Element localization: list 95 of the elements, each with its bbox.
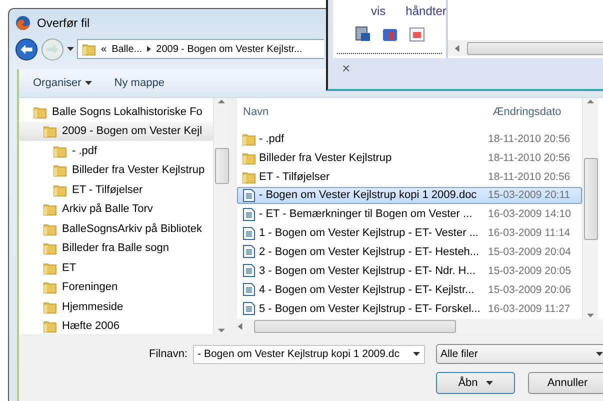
box-icon[interactable] <box>382 26 398 42</box>
caret-icon <box>85 81 92 85</box>
document-icon <box>242 206 256 222</box>
tree-item[interactable]: Billeder fra Balle sogn <box>19 238 213 258</box>
folder-icon <box>33 104 47 119</box>
column-header[interactable]: Navn <box>237 106 487 118</box>
column-header[interactable]: Ændringsdato <box>486 106 582 118</box>
date-text: 18-11-2010 20:56 <box>488 152 570 164</box>
caret-icon <box>486 381 493 385</box>
file-row[interactable]: 3 - Bogen om Vester Kejlstrup - ET- Ndr. H... 15-03-2009 20:05 <box>237 262 582 280</box>
tree-item[interactable]: - .pdf <box>19 141 213 160</box>
breadcrumb-item[interactable]: « <box>101 44 107 54</box>
file-row[interactable]: Billeder fra Vester Kejlstrup 18-11-2010 20:56 <box>237 150 582 166</box>
document-icon <box>242 282 256 298</box>
document-icon <box>242 244 256 260</box>
scrollbar-thumb[interactable] <box>214 148 228 184</box>
breadcrumb-item[interactable]: Balle... <box>112 44 142 54</box>
folder-icon <box>242 151 256 165</box>
file-row[interactable]: ET - Tilføjelser 18-11-2010 20:56 <box>237 168 582 185</box>
folder-icon <box>43 222 57 236</box>
folder-icon <box>43 124 57 138</box>
back-button[interactable] <box>15 38 38 60</box>
date-text: 16-03-2009 14:10 <box>488 208 571 220</box>
scrollbar[interactable] <box>448 40 603 56</box>
tree-item[interactable]: Foreningen <box>19 278 213 297</box>
file-row[interactable]: 4 - Bogen om Vester Kejlstrup - ET- Kejlstr... 15-03-2009 20:06 <box>237 281 582 298</box>
folder-icon <box>82 42 96 56</box>
tree-item[interactable]: Billeder fra Vester Kejlstrup <box>19 160 213 180</box>
left-arrow-icon[interactable] <box>237 323 244 330</box>
close-button[interactable]: × <box>342 60 358 76</box>
caret-icon <box>412 352 420 356</box>
filename-field[interactable]: - Bogen om Vester Kejlstrup kopi 1 2009.dc <box>192 344 425 364</box>
date-text: 15-03-2009 20:04 <box>488 246 571 258</box>
file-type-dropdown[interactable]: Alle filer <box>436 344 603 364</box>
file-row[interactable]: 5 - Bogen om Vester Kejlstrup - ET- Forskel... 16-03-2009 11:27 <box>237 300 582 318</box>
up-arrow-icon[interactable] <box>587 98 594 105</box>
folder-icon <box>43 241 57 256</box>
left-arrow-icon[interactable] <box>454 44 462 52</box>
cancel-button[interactable]: Annuller <box>528 372 603 394</box>
folder-icon <box>53 182 67 197</box>
calendar-icon[interactable] <box>409 26 425 42</box>
file-row[interactable]: 2 - Bogen om Vester Kejlstrup - ET- Hesteh... 15-03-2009 20:04 <box>237 243 582 260</box>
document-icon <box>242 301 256 316</box>
file-row[interactable]: 1 - Bogen om Vester Kejlstrup - ET- Vester ... 16-03-2009 11:14 <box>237 224 582 242</box>
date-text: 15-03-2009 20:11 <box>488 189 570 202</box>
folder-icon <box>43 319 57 334</box>
ribbon-tab[interactable]: vis <box>371 4 386 18</box>
date-text: 16-03-2009 11:27 <box>488 302 570 315</box>
date-text: 16-03-2009 11:14 <box>488 227 570 240</box>
date-text: 15-03-2009 20:06 <box>488 284 571 296</box>
save-icon[interactable] <box>355 26 371 42</box>
scrollbar-thumb[interactable] <box>254 320 456 333</box>
scrollbar[interactable] <box>582 98 598 319</box>
folder-icon <box>242 132 256 146</box>
breadcrumb-item[interactable]: 2009 - Bogen om Vester Kejlstr... <box>156 44 302 54</box>
browser-logo-icon <box>15 15 31 31</box>
tree-item[interactable]: BalleSognsArkiv på Bibliotek <box>19 219 213 238</box>
scrollbar[interactable] <box>237 319 603 334</box>
chevron-icon <box>147 46 152 52</box>
date-text: 18-11-2010 20:56 <box>488 133 570 146</box>
scrollbar-thumb[interactable] <box>584 158 598 240</box>
filename-label: Filnavn: <box>149 348 188 360</box>
folder-icon <box>53 144 67 158</box>
folder-icon <box>53 163 67 178</box>
folder-icon <box>43 202 57 216</box>
open-button[interactable]: Åbn <box>436 372 515 394</box>
address-bar[interactable]: « Balle... 2009 - Bogen om Vester Kejlstr... <box>77 39 324 59</box>
date-text: 18-11-2010 20:56 <box>488 170 570 183</box>
tree-item[interactable]: Balle Sogns Lokalhistoriske Fo <box>19 102 213 122</box>
down-arrow-icon[interactable] <box>587 312 594 319</box>
tree-item[interactable]: Hæfte 2006 <box>19 316 213 334</box>
organize-menu-button[interactable]: Organiser <box>33 75 92 91</box>
document-icon <box>242 263 256 278</box>
file-row[interactable]: - ET - Bemærkninger til Bogen om Vester ... 16-03-2009 14:10 <box>237 206 582 223</box>
tree-item[interactable]: Arkiv på Balle Torv <box>19 200 213 219</box>
new-folder-button[interactable]: Ny mappe <box>114 75 164 91</box>
folder-icon <box>43 260 57 275</box>
tree-item[interactable]: ET <box>19 258 213 278</box>
caret-icon <box>596 352 603 356</box>
up-arrow-icon[interactable] <box>218 98 225 105</box>
history-dropdown-icon <box>67 47 74 51</box>
tree-item[interactable]: 2009 - Bogen om Vester Kejl <box>19 122 213 141</box>
window-title: Overfør fil <box>37 16 90 30</box>
file-row[interactable]: - .pdf 18-11-2010 20:56 <box>237 131 582 148</box>
tree-item[interactable]: ET - Tilføjelser <box>19 180 213 200</box>
document-icon <box>242 226 256 241</box>
file-row[interactable]: - Bogen om Vester Kejlstrup kopi 1 2009.doc 15-03-2009 20:11 <box>237 186 582 204</box>
tree-item[interactable]: Hjemmeside <box>19 297 213 316</box>
down-arrow-icon[interactable] <box>218 327 225 334</box>
ribbon-tab[interactable]: håndter <box>406 4 446 18</box>
folder-icon <box>43 300 57 314</box>
date-text: 15-03-2009 20:05 <box>488 264 571 277</box>
folder-icon <box>242 170 256 184</box>
folder-icon <box>43 280 57 294</box>
document-icon <box>242 188 256 203</box>
